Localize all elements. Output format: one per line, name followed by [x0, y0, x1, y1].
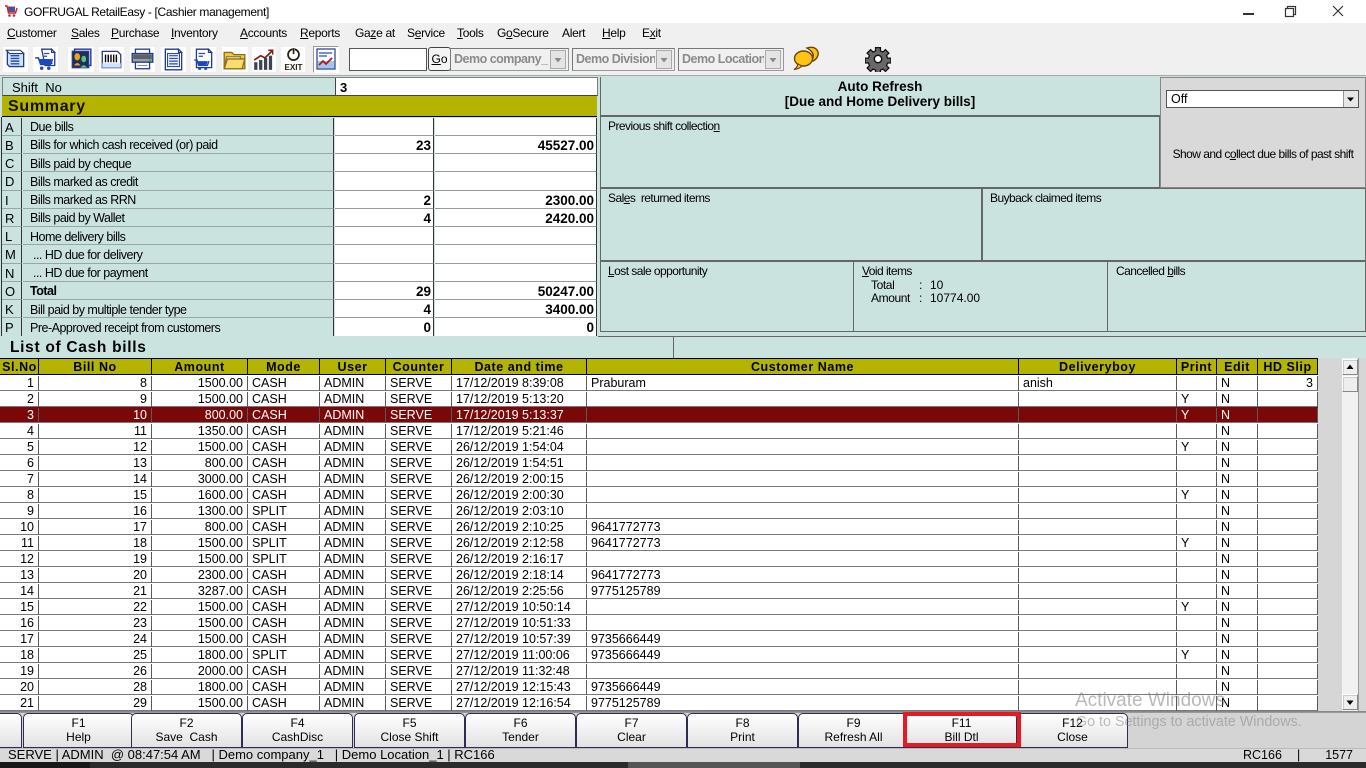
svg-text:EXIT: EXIT: [284, 63, 302, 72]
